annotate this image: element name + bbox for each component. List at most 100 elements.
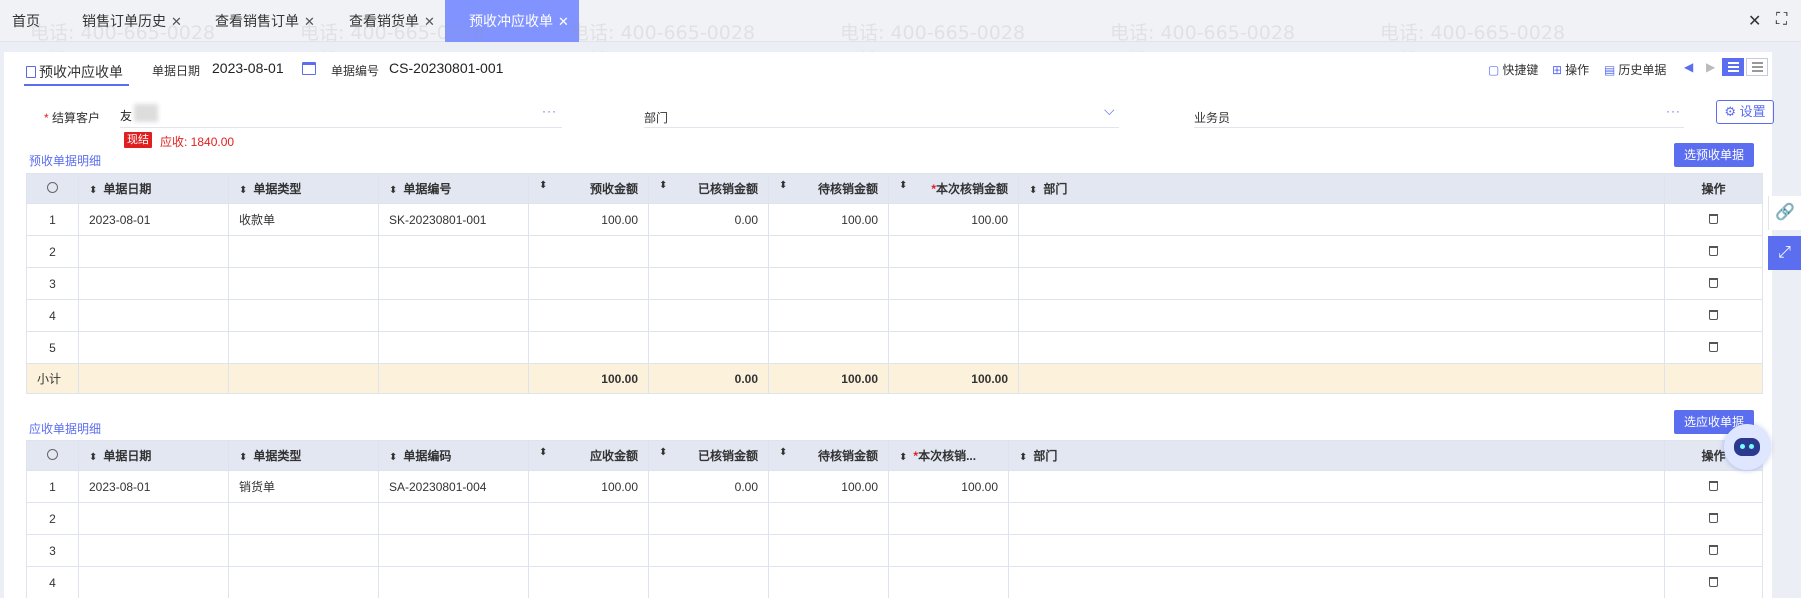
operation-button[interactable]: ⊞ 操作: [1552, 61, 1589, 78]
assistant-bot-icon[interactable]: [1724, 424, 1770, 470]
card-view-button[interactable]: [1746, 58, 1768, 76]
cell-date[interactable]: [78, 566, 229, 598]
cell-date[interactable]: [78, 235, 229, 268]
row-delete[interactable]: [1664, 470, 1763, 503]
close-icon[interactable]: ✕: [558, 14, 569, 29]
trash-icon[interactable]: [1709, 512, 1718, 523]
cell-type[interactable]: [228, 299, 379, 332]
col-this[interactable]: ⬍ *本次核销金额: [888, 173, 1019, 204]
date-field[interactable]: 2023-08-01: [212, 60, 284, 76]
cell-type[interactable]: [228, 267, 379, 300]
tab-view-sales-order[interactable]: 查看销售订单 ✕: [203, 0, 319, 42]
cell-dept[interactable]: [1008, 502, 1665, 535]
cell-done[interactable]: [648, 534, 769, 567]
table-row[interactable]: 3: [26, 267, 1763, 300]
column-settings[interactable]: [26, 173, 79, 204]
cell-dept[interactable]: [1018, 203, 1665, 236]
cell-this[interactable]: [888, 502, 1009, 535]
col-this[interactable]: ⬍ *本次核销...: [888, 440, 1009, 471]
cell-no[interactable]: [378, 534, 529, 567]
trash-icon[interactable]: [1709, 480, 1718, 491]
trash-icon[interactable]: [1709, 544, 1718, 555]
cell-done[interactable]: 0.00: [648, 203, 769, 236]
next-icon[interactable]: ▶: [1706, 60, 1715, 74]
shortcut-button[interactable]: ▢ 快捷键: [1488, 61, 1538, 78]
tab-prepay-offset[interactable]: 预收冲应收单 ✕: [445, 0, 579, 42]
cell-dept[interactable]: [1008, 566, 1665, 598]
select-prepay-button[interactable]: 选预收单据: [1674, 143, 1755, 167]
cell-no[interactable]: [378, 267, 529, 300]
table-row[interactable]: 1 2023-08-01 收款单 SK-20230801-001 100.00 …: [26, 203, 1763, 236]
cell-done[interactable]: [648, 299, 769, 332]
table-row[interactable]: 4: [26, 566, 1763, 598]
attachment-icon[interactable]: 🔗: [1768, 196, 1801, 230]
cell-amount[interactable]: [528, 299, 649, 332]
col-amount[interactable]: ⬍ 预收金额: [528, 173, 649, 204]
close-icon[interactable]: ✕: [304, 14, 315, 29]
fullscreen-icon[interactable]: ⛶: [1776, 11, 1787, 29]
table-row[interactable]: 4: [26, 299, 1763, 332]
cell-pending[interactable]: [768, 534, 889, 567]
cell-dept[interactable]: [1008, 470, 1665, 503]
cell-date[interactable]: 2023-08-01: [78, 203, 229, 236]
table-row[interactable]: 5: [26, 331, 1763, 364]
cell-no[interactable]: [378, 502, 529, 535]
col-amount[interactable]: ⬍ 应收金额: [528, 440, 649, 471]
cell-this[interactable]: [888, 299, 1019, 332]
cell-type[interactable]: [228, 331, 379, 364]
col-type[interactable]: ⬍ 单据类型: [228, 440, 379, 471]
col-done[interactable]: ⬍ 已核销金额: [648, 173, 769, 204]
customer-field[interactable]: 友: [120, 107, 132, 124]
cell-type[interactable]: 销货单: [228, 470, 379, 503]
cell-this[interactable]: [888, 235, 1019, 268]
col-dept[interactable]: ⬍ 部门: [1018, 173, 1665, 204]
cell-amount[interactable]: [528, 267, 649, 300]
chevron-down-icon[interactable]: ⌵: [1104, 102, 1115, 119]
more-icon[interactable]: ···: [542, 104, 557, 118]
col-dept[interactable]: ⬍ 部门: [1008, 440, 1665, 471]
expand-icon[interactable]: ⤢: [1768, 236, 1801, 270]
more-icon[interactable]: ···: [1666, 104, 1681, 118]
cell-date[interactable]: [78, 331, 229, 364]
cell-pending[interactable]: 100.00: [768, 203, 889, 236]
cell-pending[interactable]: [768, 267, 889, 300]
cell-dept[interactable]: [1018, 267, 1665, 300]
cell-no[interactable]: SK-20230801-001: [378, 203, 529, 236]
cell-type[interactable]: [228, 502, 379, 535]
row-delete[interactable]: [1664, 502, 1763, 535]
cell-pending[interactable]: [768, 566, 889, 598]
doc-title-tab[interactable]: 预收冲应收单: [26, 62, 123, 82]
cell-this[interactable]: [888, 331, 1019, 364]
row-delete[interactable]: [1664, 299, 1763, 332]
row-delete[interactable]: [1664, 331, 1763, 364]
cell-no[interactable]: SA-20230801-004: [378, 470, 529, 503]
trash-icon[interactable]: [1709, 341, 1718, 352]
table-row[interactable]: 2: [26, 235, 1763, 268]
cell-amount[interactable]: [528, 235, 649, 268]
row-delete[interactable]: [1664, 534, 1763, 567]
cell-amount[interactable]: 100.00: [528, 203, 649, 236]
cell-dept[interactable]: [1018, 331, 1665, 364]
close-window-icon[interactable]: ✕: [1748, 11, 1761, 31]
col-pending[interactable]: ⬍ 待核销金额: [768, 173, 889, 204]
row-delete[interactable]: [1664, 566, 1763, 598]
cell-amount[interactable]: 100.00: [528, 470, 649, 503]
cell-type[interactable]: [228, 534, 379, 567]
table-row[interactable]: 3: [26, 534, 1763, 567]
history-button[interactable]: ▤ 历史单据: [1604, 61, 1666, 78]
cell-date[interactable]: [78, 502, 229, 535]
cell-amount[interactable]: [528, 331, 649, 364]
cell-no[interactable]: [378, 331, 529, 364]
cell-pending[interactable]: [768, 502, 889, 535]
cell-no[interactable]: [378, 299, 529, 332]
close-icon[interactable]: ✕: [424, 14, 435, 29]
close-icon[interactable]: ✕: [171, 14, 182, 29]
cell-this[interactable]: 100.00: [888, 470, 1009, 503]
cell-this[interactable]: [888, 267, 1019, 300]
trash-icon[interactable]: [1709, 309, 1718, 320]
table-row[interactable]: 2: [26, 502, 1763, 535]
row-delete[interactable]: [1664, 203, 1763, 236]
list-view-button[interactable]: [1722, 58, 1744, 76]
cell-done[interactable]: [648, 331, 769, 364]
col-done[interactable]: ⬍ 已核销金额: [648, 440, 769, 471]
